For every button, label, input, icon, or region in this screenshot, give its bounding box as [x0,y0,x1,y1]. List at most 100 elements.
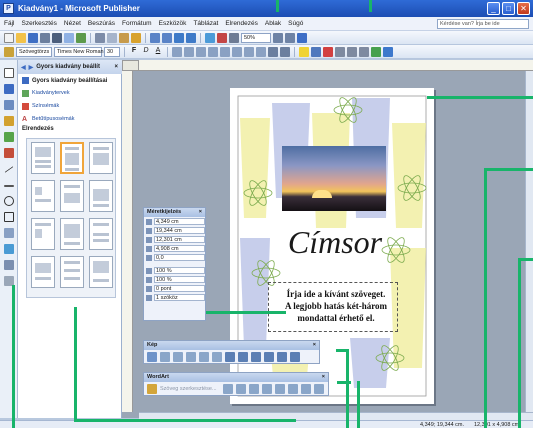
publisher-app-icon[interactable]: P [3,3,14,14]
format-wordart-icon[interactable] [236,384,246,394]
menu-arrange[interactable]: Elrendezés [225,20,258,27]
line-color-icon[interactable] [311,46,321,57]
format-painter-icon[interactable] [131,32,141,43]
underline-button[interactable]: A [153,47,163,57]
heading-text[interactable]: Címsor [260,224,410,261]
table-tool-icon[interactable] [4,100,14,110]
autoshapes-tool-icon[interactable] [4,228,14,238]
layout-thumbnail[interactable] [60,180,84,212]
less-brightness-icon[interactable] [212,352,222,362]
wordart-tool-icon[interactable] [4,116,14,126]
form-control-tool-icon[interactable] [4,260,14,270]
bring-forward-icon[interactable] [174,32,184,43]
wordart-toolbar-title[interactable]: WordArt × [144,373,328,382]
line-spacing-field[interactable]: 1 szóköz [154,294,205,301]
insert-hyperlink-icon[interactable] [205,32,215,43]
send-backward-icon[interactable] [186,32,196,43]
line-tool-icon[interactable] [4,166,14,173]
more-brightness-icon[interactable] [199,352,209,362]
zoom-select[interactable]: 50% [241,32,271,43]
sunset-picture[interactable] [282,146,386,211]
cut-icon[interactable] [95,32,105,43]
font-size-select[interactable]: 30 [104,46,120,57]
increase-indent-icon[interactable] [256,46,266,57]
rectangle-tool-icon[interactable] [4,212,14,222]
arrow-style-icon[interactable] [359,46,369,57]
link-font-schemes[interactable]: A Betűtípusosémák [22,114,75,124]
new-icon[interactable] [4,32,14,43]
oval-tool-icon[interactable] [4,196,14,206]
same-letter-heights-icon[interactable] [275,384,285,394]
layout-thumbnail[interactable] [31,142,55,174]
layout-thumbnail[interactable] [31,218,55,250]
y-position-field[interactable]: 19,344 cm [154,227,205,234]
help-search-input[interactable]: Kérdése van? Írja be ide [437,19,529,29]
select-tool-icon[interactable] [4,68,14,78]
layout-thumbnail[interactable] [89,142,113,174]
menu-window[interactable]: Ablak [265,20,281,27]
horizontal-ruler[interactable] [139,60,533,71]
menu-file[interactable]: Fájl [4,20,14,27]
font-select[interactable]: Times New Roman [54,46,104,57]
text-wrapping-icon[interactable] [262,384,272,394]
layout-thumbnail[interactable] [89,218,113,250]
vertical-scrollbar[interactable] [525,71,533,412]
vertical-ruler[interactable] [122,71,133,412]
minimize-button[interactable]: _ [487,2,500,15]
align-left-icon[interactable] [172,46,182,57]
close-button[interactable]: ✕ [517,2,530,15]
layout-thumbnail[interactable] [60,256,84,288]
menu-format[interactable]: Formátum [122,20,152,27]
menu-tools[interactable]: Eszközök [159,20,187,27]
italic-button[interactable]: D [141,47,151,57]
format-picture-icon[interactable] [264,352,274,362]
character-spacing-icon[interactable] [314,384,324,394]
text-box-tool-icon[interactable] [4,84,14,94]
3d-style-icon[interactable] [383,46,393,57]
width-field[interactable]: 12,301 cm [154,236,205,243]
kerning-field[interactable]: 0 pont [154,285,205,292]
decrease-indent-icon[interactable] [244,46,254,57]
palette-close-icon[interactable]: × [313,341,316,350]
layout-thumbnail[interactable] [31,180,55,212]
bold-button[interactable]: F [129,47,139,57]
maximize-button[interactable]: □ [502,2,515,15]
color-icon[interactable] [160,352,170,362]
picture-toolbar-title[interactable]: Kép × [144,341,319,350]
height-field[interactable]: 4,908 cm [154,245,205,252]
text-wrapping-icon[interactable] [251,352,261,362]
shrink-font-icon[interactable] [280,46,290,57]
zoom-out-icon[interactable] [273,32,283,43]
open-icon[interactable] [16,32,26,43]
picture-tool-icon[interactable] [4,132,14,142]
insert-wordart-icon[interactable] [147,384,157,394]
x-position-field[interactable]: 4,349 cm [154,218,205,225]
crop-icon[interactable] [225,352,235,362]
ruler-origin[interactable] [122,60,139,71]
scaling-field[interactable]: 100 % [154,276,205,283]
more-contrast-icon[interactable] [173,352,183,362]
rotation-field[interactable]: 0,0 [154,254,205,261]
layout-thumbnail[interactable] [89,256,113,288]
menu-table[interactable]: Táblázat [193,20,218,27]
wordart-shape-icon[interactable] [249,384,259,394]
special-characters-icon[interactable] [217,32,227,43]
back-arrow-icon[interactable]: ◀ [21,64,26,71]
tracking-field[interactable]: 100 % [154,267,205,274]
numbering-icon[interactable] [220,46,230,57]
grow-font-icon[interactable] [268,46,278,57]
style-select[interactable]: Szövegtörzs [16,46,52,57]
spelling-icon[interactable] [76,32,86,43]
print-preview-icon[interactable] [64,32,74,43]
alignment-icon[interactable] [301,384,311,394]
arrow-tool-icon[interactable] [4,185,14,187]
email-icon[interactable] [40,32,50,43]
hotspot-tool-icon[interactable] [4,244,14,254]
styles-icon[interactable] [4,46,14,57]
link-publication-designs[interactable]: Kiadványtervek [22,88,70,98]
layout-thumbnail[interactable] [60,218,84,250]
palette-close-icon[interactable]: × [322,373,325,382]
reset-picture-icon[interactable] [290,352,300,362]
layout-thumbnail-selected[interactable] [60,142,84,174]
clipart-tool-icon[interactable] [4,148,14,158]
